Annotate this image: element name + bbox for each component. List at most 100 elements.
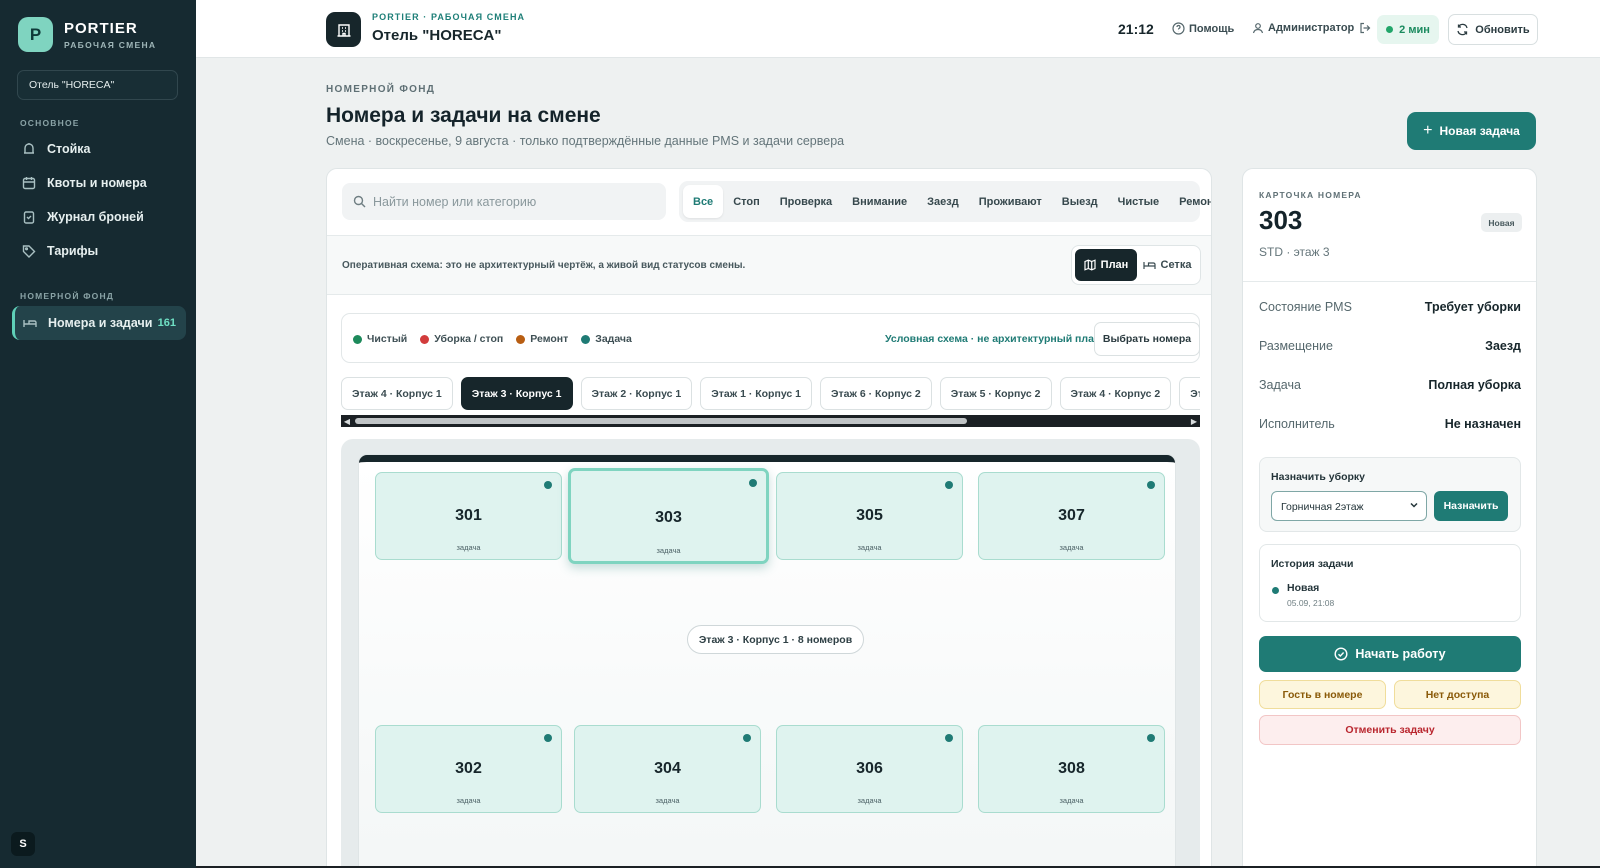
- cleaning-dot-icon: [420, 334, 430, 344]
- filter-stop[interactable]: Стоп: [723, 185, 770, 218]
- page-kicker: НОМЕРНОЙ ФОНД: [326, 84, 436, 95]
- sidebar-item-label: Тарифы: [47, 244, 99, 258]
- sidebar-item-label: Стойка: [47, 142, 91, 156]
- room-number: 304: [654, 760, 681, 777]
- logout-icon[interactable]: [1359, 22, 1371, 34]
- filter-check[interactable]: Проверка: [770, 185, 842, 218]
- filter-departure[interactable]: Выезд: [1052, 185, 1108, 218]
- room-card: КАРТОЧКА НОМЕРА 303 Новая STD · этаж 3 С…: [1242, 168, 1537, 868]
- cancel-task-button[interactable]: Отменить задачу: [1259, 715, 1521, 745]
- floor-tab[interactable]: Этаж 4 · Корпус 1: [341, 377, 453, 410]
- task-dot-icon: [945, 734, 953, 742]
- room-number: 305: [856, 507, 883, 524]
- floor-tab[interactable]: Этаж 5 · Корпус 2: [939, 377, 1052, 410]
- room-tile-303-selected[interactable]: 303 задача: [568, 468, 769, 564]
- room-tile-304[interactable]: 304 задача: [574, 725, 761, 813]
- task-dot-icon: [1147, 481, 1155, 489]
- filter-repair[interactable]: Ремонт: [1169, 185, 1211, 218]
- rooms-count-badge: 161: [157, 317, 176, 329]
- guest-in-room-button[interactable]: Гость в номере: [1259, 680, 1386, 709]
- start-work-button[interactable]: Начать работу: [1259, 636, 1521, 672]
- sidebar-item-bookings[interactable]: Журнал броней: [12, 200, 186, 234]
- search-icon: [353, 195, 366, 208]
- sync-status: 2 мин: [1377, 15, 1439, 44]
- filter-attention[interactable]: Внимание: [842, 185, 917, 218]
- room-status-label: задача: [456, 543, 481, 552]
- floor-tab[interactable]: Этаж 3 · Корпус 2: [1179, 377, 1200, 410]
- room-tile-302[interactable]: 302 задача: [375, 725, 562, 813]
- floor-tabs-scrollbar[interactable]: ◀ ▶: [341, 415, 1200, 427]
- refresh-button[interactable]: Обновить: [1448, 14, 1538, 45]
- scroll-right-icon[interactable]: ▶: [1188, 415, 1200, 427]
- room-tile-307[interactable]: 307 задача: [978, 472, 1165, 560]
- page-title: Номера и задачи на смене: [326, 104, 601, 127]
- task-history-box: История задачи Новая 05.09, 21:08: [1259, 544, 1521, 622]
- task-dot-icon: [581, 334, 591, 344]
- admin-link[interactable]: Администратор: [1252, 22, 1375, 34]
- sidebar-item-rooms-tasks[interactable]: Номера и задачи 161: [12, 306, 186, 340]
- help-link[interactable]: Помощь: [1172, 22, 1234, 35]
- floor-tab[interactable]: Этаж 6 · Корпус 2: [820, 377, 932, 410]
- sidebar-item-tariffs[interactable]: Тарифы: [12, 234, 186, 268]
- floor-tab[interactable]: Этаж 2 · Корпус 1: [580, 377, 693, 410]
- room-status-label: задача: [857, 796, 882, 805]
- topbar: PORTIER · РАБОЧАЯ СМЕНА Отель "HORECA" 2…: [196, 0, 1600, 58]
- check-circle-icon: [1334, 647, 1348, 661]
- view-grid-button[interactable]: Сетка: [1137, 249, 1197, 281]
- field-task: Задача Полная уборка: [1259, 378, 1521, 392]
- no-access-button[interactable]: Нет доступа: [1394, 680, 1521, 709]
- room-tile-301[interactable]: 301 задача: [375, 472, 562, 560]
- room-tile-306[interactable]: 306 задача: [776, 725, 963, 813]
- room-number: 301: [455, 507, 482, 524]
- legend-item-repair: Ремонт: [516, 333, 568, 345]
- chevron-down-icon: [1409, 500, 1419, 510]
- room-number: 306: [856, 760, 883, 777]
- brand-logo: P: [18, 17, 53, 52]
- assign-button[interactable]: Назначить: [1434, 491, 1508, 521]
- filter-clean[interactable]: Чистые: [1108, 185, 1170, 218]
- map-icon: [1084, 259, 1096, 271]
- history-title: История задачи: [1271, 558, 1354, 570]
- new-task-button[interactable]: + Новая задача: [1407, 112, 1536, 150]
- room-number: 303: [655, 509, 682, 526]
- pick-rooms-button[interactable]: Выбрать номера: [1094, 322, 1200, 356]
- filter-all[interactable]: Все: [683, 185, 724, 218]
- task-dot-icon: [945, 481, 953, 489]
- hotel-building-icon: [326, 12, 361, 47]
- floor-plan-area: 301 задача 303 задача 305 задача 307 зад…: [341, 439, 1200, 868]
- floor-tab-active[interactable]: Этаж 3 · Корпус 1: [460, 377, 573, 410]
- room-card-number: 303: [1259, 205, 1303, 235]
- room-status-label: задача: [655, 796, 680, 805]
- floor-tabs: Этаж 4 · Корпус 1 Этаж 3 · Корпус 1 Этаж 2…: [341, 377, 1200, 411]
- view-plan-button[interactable]: План: [1075, 249, 1137, 281]
- brand-subtitle: РАБОЧАЯ СМЕНА: [64, 39, 157, 50]
- bell-icon: [22, 142, 36, 156]
- field-assignee: Исполнитель Не назначен: [1259, 417, 1521, 431]
- room-status-label: задача: [1059, 796, 1084, 805]
- task-dot-icon: [749, 479, 757, 487]
- room-tile-305[interactable]: 305 задача: [776, 472, 963, 560]
- calendar-icon: [22, 176, 36, 190]
- room-tile-308[interactable]: 308 задача: [978, 725, 1165, 813]
- filter-arrival[interactable]: Заезд: [917, 185, 969, 218]
- clock: 21:12: [1118, 21, 1154, 37]
- assign-cleaning-box: Назначить уборку Горничная 2этаж Назначи…: [1259, 457, 1521, 532]
- housekeeper-select[interactable]: Горничная 2этаж: [1271, 491, 1427, 521]
- schema-note: Условная схема · не архитектурный план: [885, 333, 1101, 345]
- filter-staying[interactable]: Проживают: [969, 185, 1052, 218]
- scrollbar-thumb[interactable]: [355, 418, 967, 424]
- brand[interactable]: P PORTIER РАБОЧАЯ СМЕНА: [18, 17, 156, 52]
- corridor-label: Этаж 3 · Корпус 1 · 8 номеров: [687, 625, 864, 654]
- search-input[interactable]: Найти номер или категорию: [342, 183, 666, 220]
- floor-tab[interactable]: Этаж 4 · Корпус 2: [1059, 377, 1172, 410]
- legend-item-task: Задача: [581, 333, 632, 345]
- scroll-left-icon[interactable]: ◀: [341, 415, 353, 427]
- sidebar-item-desk[interactable]: Стойка: [12, 132, 186, 166]
- hotel-select[interactable]: Отель "HORECA": [17, 70, 178, 100]
- history-dot-icon: [1272, 587, 1279, 594]
- room-status-label: задача: [456, 796, 481, 805]
- help-icon: [1172, 22, 1185, 35]
- user-avatar[interactable]: S: [11, 832, 35, 856]
- floor-tab[interactable]: Этаж 1 · Корпус 1: [700, 377, 812, 410]
- sidebar-item-quotas[interactable]: Квоты и номера: [12, 166, 186, 200]
